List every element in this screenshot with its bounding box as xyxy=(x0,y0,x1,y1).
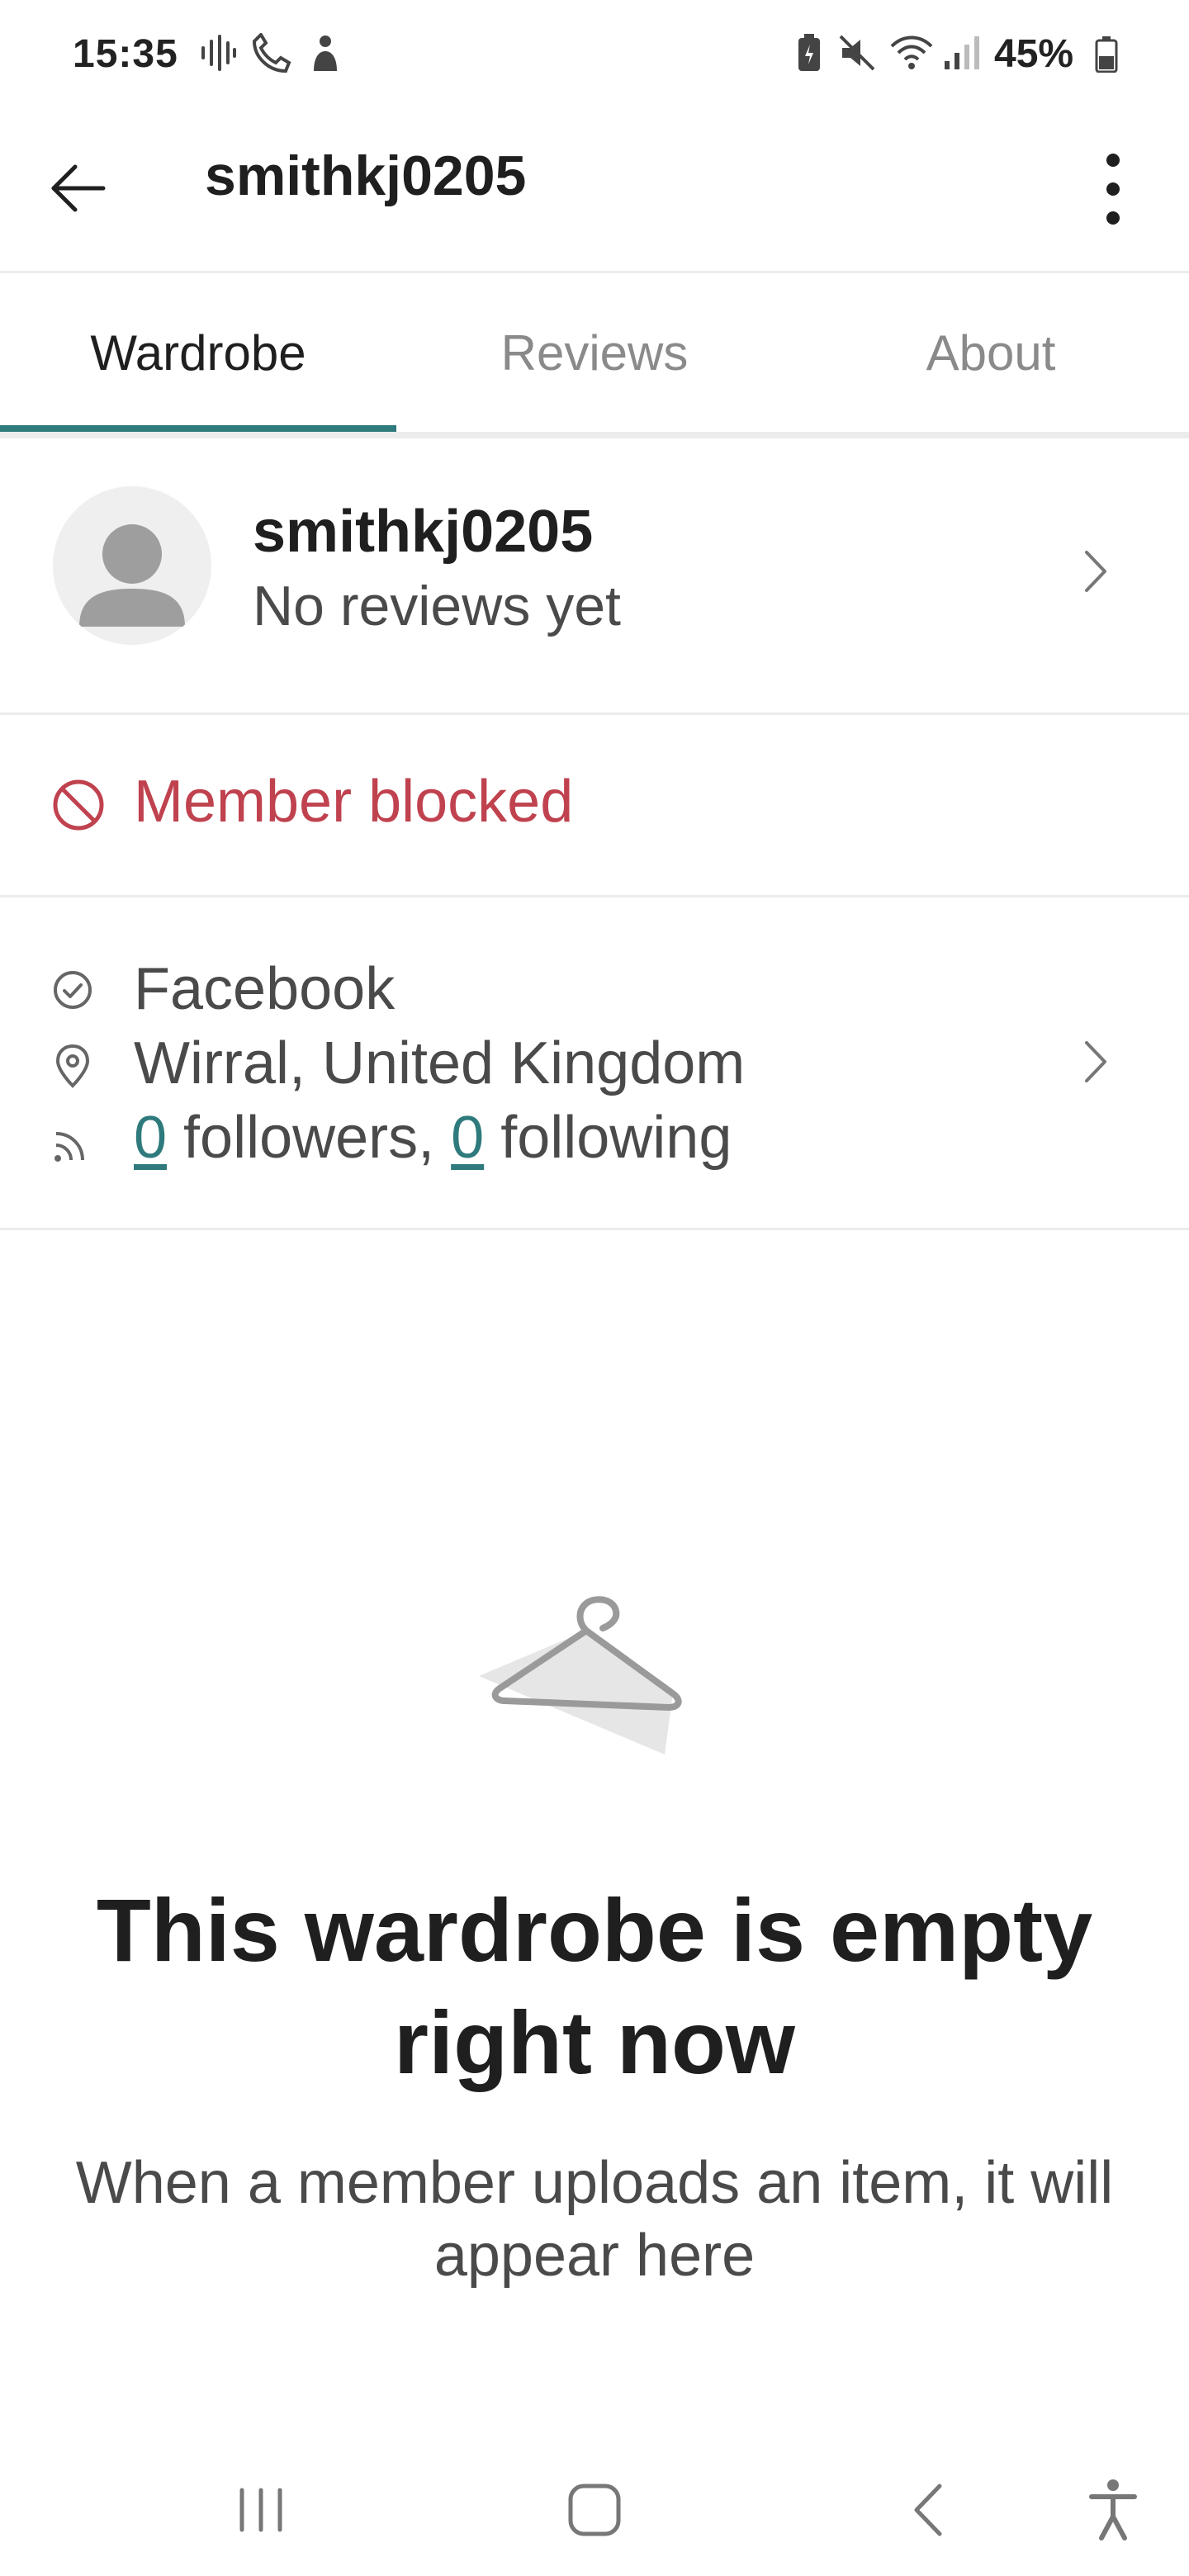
user-placeholder-icon xyxy=(79,524,185,627)
verified-via: Facebook xyxy=(134,956,396,1022)
profile-reviews-status: No reviews yet xyxy=(253,575,621,637)
location-text: Wirral, United Kingdom xyxy=(134,1030,746,1096)
recent-apps-button[interactable] xyxy=(203,2460,319,2559)
app-bar: smithkj0205 xyxy=(0,107,1189,273)
app-notification-icon xyxy=(314,36,337,71)
active-tab-indicator xyxy=(0,425,396,432)
following-count-link[interactable]: 0 xyxy=(451,1105,484,1171)
profile-info-row[interactable]: Facebook Wirral, United Kingdom 0 follow… xyxy=(0,897,1189,1230)
recent-apps-icon xyxy=(239,2488,282,2532)
accessibility-icon xyxy=(1089,2479,1137,2540)
profile-tabs: Wardrobe Reviews About xyxy=(0,273,1189,438)
location-pin-icon xyxy=(55,1044,90,1088)
battery-icon xyxy=(1095,36,1118,73)
status-time: 15:35 xyxy=(73,32,178,76)
signal-icon xyxy=(945,36,979,69)
rss-followers-icon xyxy=(54,1132,84,1162)
verified-check-icon xyxy=(54,971,92,1009)
wifi-icon xyxy=(890,36,933,69)
followers-label: followers, xyxy=(167,1105,452,1171)
followers-count-link[interactable]: 0 xyxy=(134,1105,167,1171)
profile-summary-row[interactable]: smithkj0205 No reviews yet xyxy=(0,432,1189,715)
back-button[interactable] xyxy=(38,149,117,228)
block-icon xyxy=(53,779,104,831)
arrow-left-icon xyxy=(51,164,106,212)
status-bar: 15:35 45% xyxy=(0,0,1189,107)
avatar xyxy=(53,486,211,645)
more-vertical-icon xyxy=(1106,154,1120,225)
empty-state-description: When a member uploads an item, it will a… xyxy=(75,2150,1114,2289)
more-options-button[interactable] xyxy=(1073,144,1153,234)
following-label: following xyxy=(484,1105,732,1171)
chevron-right-icon xyxy=(1085,551,1106,592)
chevron-right-icon xyxy=(1085,1041,1106,1082)
page-title: smithkj0205 xyxy=(205,144,527,207)
followers-line: 0 followers, 0 following xyxy=(134,1104,732,1172)
battery-percent: 45% xyxy=(994,32,1074,76)
member-blocked-row: Member blocked xyxy=(0,715,1189,897)
tab-about[interactable]: About xyxy=(793,273,1189,432)
system-nav-bar xyxy=(0,2444,1189,2576)
chevron-left-icon xyxy=(914,2484,942,2536)
tab-wardrobe[interactable]: Wardrobe xyxy=(0,273,396,432)
accessibility-button[interactable] xyxy=(1055,2460,1171,2559)
tab-reviews[interactable]: Reviews xyxy=(396,273,793,432)
member-blocked-label: Member blocked xyxy=(134,769,574,835)
profile-username: smithkj0205 xyxy=(253,499,594,565)
voice-recording-icon xyxy=(201,35,236,71)
system-back-button[interactable] xyxy=(870,2460,986,2559)
empty-state-title: This wardrobe is empty right now xyxy=(96,1880,1093,2092)
mute-icon xyxy=(839,35,875,71)
phone-missed-icon xyxy=(252,33,291,73)
home-button[interactable] xyxy=(537,2460,652,2559)
battery-saver-icon xyxy=(798,34,820,71)
hanger-icon xyxy=(479,1596,682,1754)
home-icon xyxy=(568,2484,621,2536)
